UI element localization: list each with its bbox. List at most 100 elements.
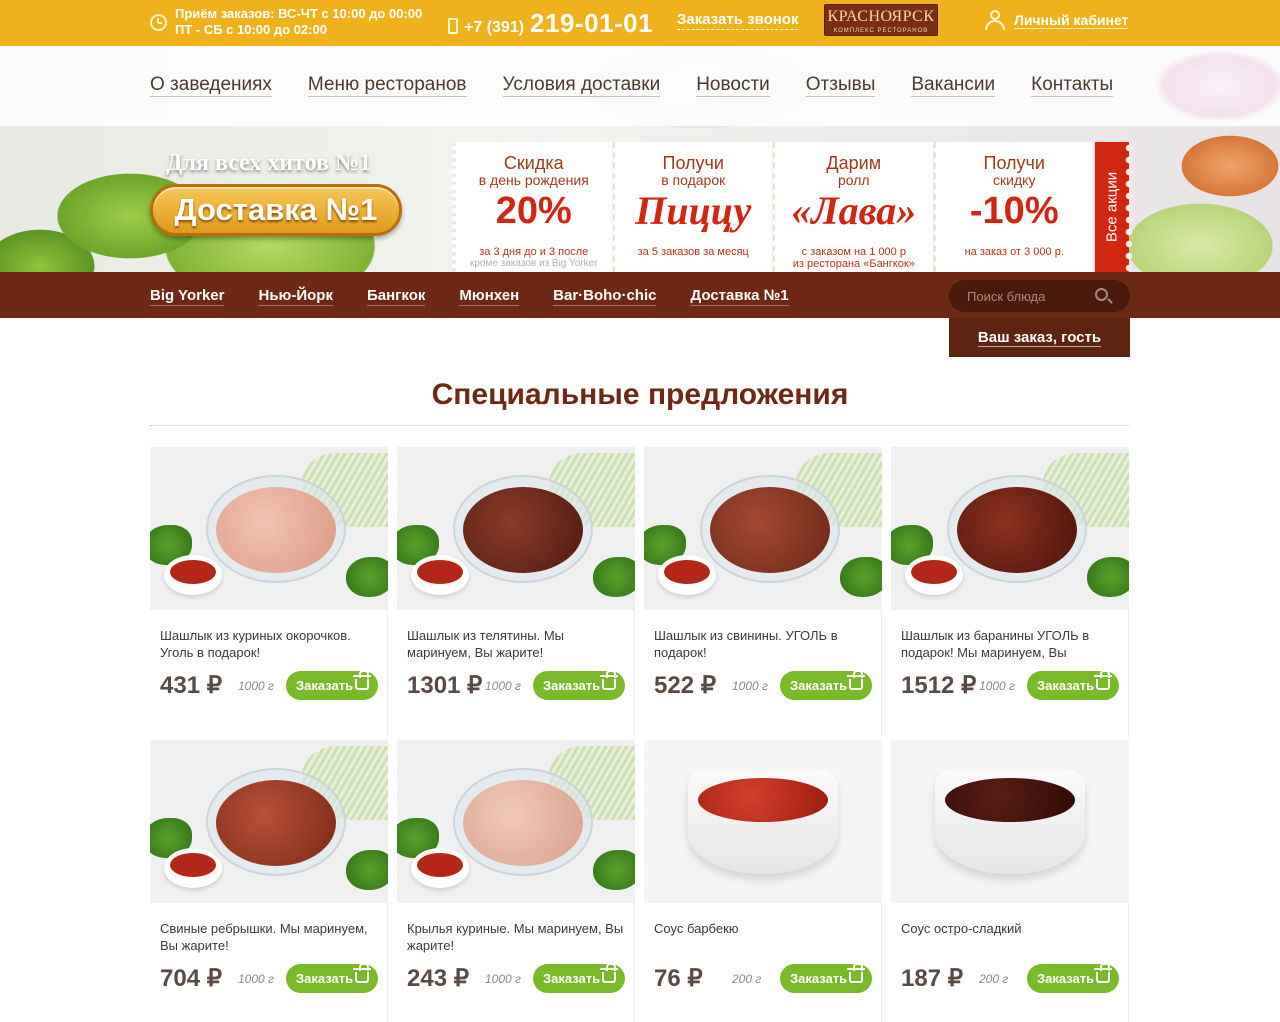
sauce-bowl — [935, 770, 1085, 874]
product-card[interactable]: Крылья куриные. Мы маринуем, Вы жарите! 2… — [397, 740, 635, 1022]
order-button[interactable]: Заказать — [780, 670, 872, 700]
product-card[interactable]: Шашлык из баранины УГОЛЬ в подарок! Мы м… — [891, 447, 1129, 737]
user-icon — [985, 10, 1005, 30]
restaurant-munich[interactable]: Мюнхен — [459, 287, 520, 306]
order-button-label: Заказать — [543, 971, 601, 986]
product-weight: 1000 г — [238, 972, 274, 986]
meat-fill — [463, 780, 583, 866]
nav-item-about[interactable]: О заведениях — [150, 74, 272, 97]
meat-fill — [957, 487, 1077, 573]
product-image[interactable] — [397, 447, 635, 610]
product-weight: 1000 г — [485, 679, 521, 693]
product-price: 243 ₽ — [407, 965, 469, 992]
search-icon[interactable] — [1095, 288, 1108, 301]
product-image[interactable] — [150, 447, 388, 610]
order-button-label: Заказать — [1037, 678, 1095, 693]
product-name[interactable]: Соус остро-сладкий — [901, 920, 1123, 954]
cabinet-label: Личный кабинет — [1014, 11, 1129, 29]
search-input[interactable] — [967, 286, 1097, 306]
product-price: 522 ₽ — [654, 672, 716, 699]
your-order-button[interactable]: Ваш заказ, гость — [949, 318, 1130, 357]
product-price: 704 ₽ — [160, 965, 222, 992]
logo[interactable]: КРАСНОЯРСК КОМПЛЕКС РЕСТОРАНОВ — [824, 4, 938, 36]
order-button[interactable]: Заказать — [286, 963, 378, 993]
main-nav: О заведениях Меню ресторанов Условия дос… — [150, 74, 1114, 97]
meat-bowl — [453, 768, 593, 876]
meat-fill — [216, 780, 336, 866]
promo-offer-discount[interactable]: Получи скидку -10% на заказ от 3 000 р. — [933, 142, 1093, 272]
promo-offer-pizza[interactable]: Получи в подарок Пиццу за 5 заказов за м… — [612, 142, 772, 272]
nav-item-menu[interactable]: Меню ресторанов — [307, 74, 467, 97]
product-name[interactable]: Шашлык из телятины. Мы маринуем, Вы жари… — [407, 627, 629, 661]
restaurant-new-york[interactable]: Нью-Йорк — [258, 287, 333, 306]
product-image[interactable] — [397, 740, 635, 903]
restaurant-big-yorker[interactable]: Big Yorker — [150, 287, 225, 306]
product-name[interactable]: Свиные ребрышки. Мы маринуем, Вы жарите! — [160, 920, 382, 954]
order-button[interactable]: Заказать — [780, 963, 872, 993]
nav-item-contacts[interactable]: Контакты — [1031, 74, 1114, 97]
meat-bowl — [206, 475, 346, 583]
product-name[interactable]: Крылья куриные. Мы маринуем, Вы жарите! — [407, 920, 629, 954]
product-image[interactable] — [644, 447, 882, 610]
promo-offer-lava-roll[interactable]: Дарим ролл «Лава» с заказом на 1 000 р и… — [773, 142, 933, 272]
hours-line-2: ПТ - СБ с 10:00 до 02:00 — [175, 22, 327, 37]
product-card[interactable]: Соус барбекю 76 ₽ 200 г Заказать — [644, 740, 882, 1022]
product-image[interactable] — [644, 740, 882, 903]
product-image[interactable] — [891, 740, 1129, 903]
phone-number[interactable]: +7 (391) 219-01-01 — [448, 8, 653, 39]
product-card[interactable]: Шашлык из телятины. Мы маринуем, Вы жари… — [397, 447, 635, 737]
sauce-cup — [164, 848, 222, 888]
product-name[interactable]: Шашлык из свинины. УГОЛЬ в подарок! — [654, 627, 876, 661]
product-card[interactable]: Свиные ребрышки. Мы маринуем, Вы жарите!… — [150, 740, 388, 1022]
callback-link[interactable]: Заказать звонок — [677, 11, 799, 30]
product-weight: 1000 г — [238, 679, 274, 693]
sauce-cup — [164, 555, 222, 595]
order-button[interactable]: Заказать — [533, 963, 625, 993]
order-button-label: Заказать — [790, 678, 848, 693]
product-price: 187 ₽ — [901, 965, 963, 992]
product-card[interactable]: Шашлык из куриных окорочков. Уголь в под… — [150, 447, 388, 737]
delivery-no1-button[interactable]: Доставка №1 — [150, 184, 402, 236]
product-weight: 1000 г — [485, 972, 521, 986]
basket-icon — [1094, 963, 1112, 983]
order-button[interactable]: Заказать — [286, 670, 378, 700]
basket-icon — [847, 670, 865, 690]
basket-icon — [353, 963, 371, 983]
restaurant-delivery-no1[interactable]: Доставка №1 — [690, 287, 789, 306]
order-button[interactable]: Заказать — [1027, 670, 1119, 700]
nav-item-delivery[interactable]: Условия доставки — [502, 74, 661, 97]
herb-garnish — [593, 850, 635, 890]
meat-fill — [463, 487, 583, 573]
order-button[interactable]: Заказать — [533, 670, 625, 700]
all-promos-label: Все акции — [1103, 171, 1121, 243]
sauce-cup — [411, 848, 469, 888]
phone-main: 219-01-01 — [530, 8, 654, 38]
product-name[interactable]: Шашлык из куриных окорочков. Уголь в под… — [160, 627, 382, 661]
nav-item-news[interactable]: Новости — [696, 74, 770, 97]
meat-bowl — [206, 768, 346, 876]
product-price: 76 ₽ — [654, 965, 703, 992]
sauce-bowl — [688, 770, 838, 874]
order-button[interactable]: Заказать — [1027, 963, 1119, 993]
product-card[interactable]: Соус остро-сладкий 187 ₽ 200 г Заказать — [891, 740, 1129, 1022]
product-image[interactable] — [891, 447, 1129, 610]
product-image[interactable] — [150, 740, 388, 903]
product-name[interactable]: Шашлык из баранины УГОЛЬ в подарок! Мы м… — [901, 627, 1123, 661]
product-weight: 1000 г — [732, 679, 768, 693]
all-promos-tab[interactable]: Все акции — [1095, 142, 1133, 272]
personal-cabinet-link[interactable]: Личный кабинет — [985, 10, 1129, 30]
meat-fill — [710, 487, 830, 573]
dish-search — [949, 280, 1130, 312]
order-button-label: Заказать — [296, 678, 354, 693]
section-divider — [150, 425, 1130, 426]
nav-item-vacancies[interactable]: Вакансии — [911, 74, 996, 97]
hero-tagline: Для всех хитов №1 — [166, 150, 372, 176]
herb-garnish — [840, 557, 882, 597]
restaurant-bar-boho-chic[interactable]: Bar·Boho·chic — [553, 287, 657, 306]
product-card[interactable]: Шашлык из свинины. УГОЛЬ в подарок! 522 ₽… — [644, 447, 882, 737]
restaurant-bangkok[interactable]: Бангкок — [366, 287, 426, 306]
product-name[interactable]: Соус барбекю — [654, 920, 876, 954]
promo-offer-birthday[interactable]: Скидка в день рождения 20% за 3 дня до и… — [452, 142, 612, 272]
nav-item-reviews[interactable]: Отзывы — [805, 74, 876, 97]
basket-icon — [353, 670, 371, 690]
